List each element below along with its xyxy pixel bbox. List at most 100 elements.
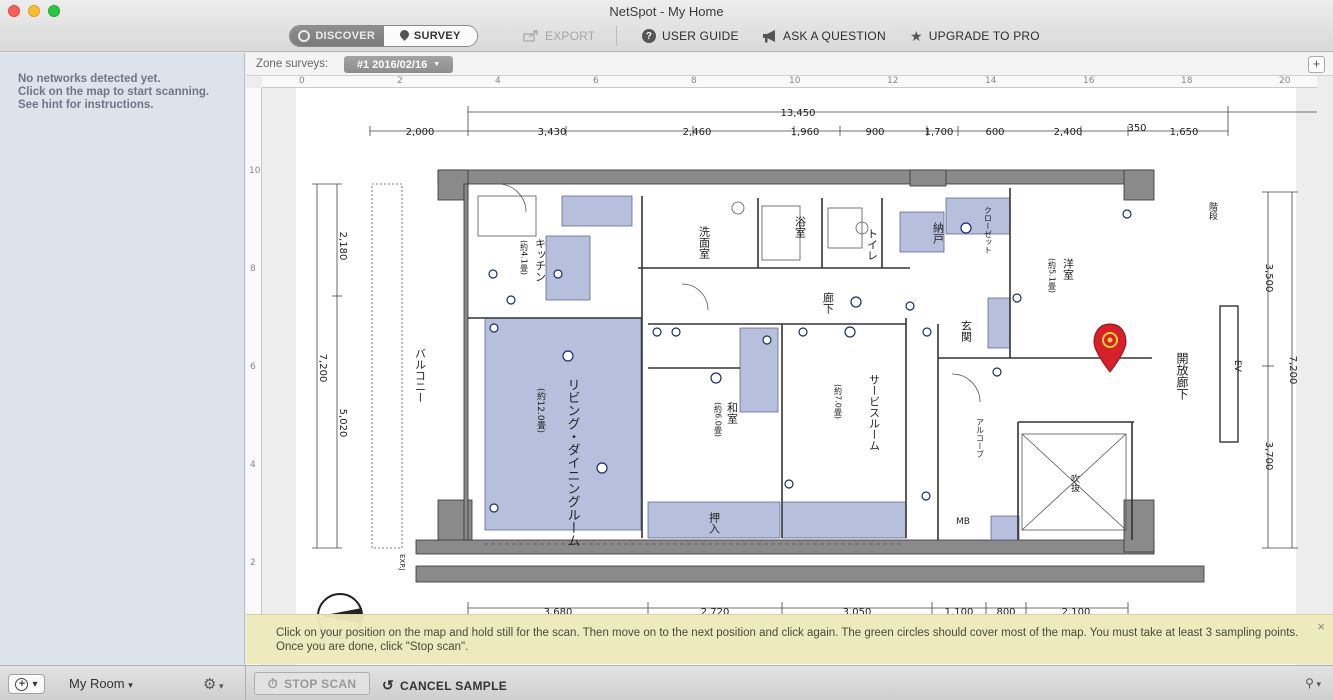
room-label-service: サービスルーム — [868, 374, 881, 451]
room-label-oshiire: 押入 — [708, 511, 721, 534]
survey-label: SURVEY — [413, 30, 461, 42]
ruler-v-tick: 8 — [250, 264, 256, 274]
ruler-h-tick: 12 — [887, 76, 899, 86]
ruler-h-tick: 6 — [593, 76, 599, 86]
dimension-label: 3,700 — [1263, 442, 1274, 471]
label-mb: MB — [956, 517, 970, 527]
horizontal-ruler: 0 2 4 6 8 10 12 14 16 18 20 — [262, 76, 1317, 88]
toolbar-separator — [616, 26, 617, 46]
zone-survey-selected: #1 2016/02/16 — [356, 58, 428, 71]
ruler-h-tick: 20 — [1279, 76, 1291, 86]
ruler-h-tick: 10 — [789, 76, 801, 86]
ruler-v-tick: 4 — [250, 460, 256, 470]
gear-icon: ⚙ — [203, 676, 217, 693]
discover-label: DISCOVER — [315, 30, 376, 42]
chevron-down-icon: ▾ — [216, 681, 224, 691]
empty-message-line-1: No networks detected yet. — [18, 73, 161, 85]
zone-survey-select[interactable]: #1 2016/02/16 ▼ — [344, 56, 453, 73]
cancel-sample-button[interactable]: ↺ CANCEL SAMPLE — [382, 677, 507, 694]
room-label-living: リビング・ダイニングルーム — [565, 378, 581, 547]
dimension-label: 2,180 — [337, 232, 348, 261]
ruler-h-tick: 14 — [985, 76, 997, 86]
ask-question-button[interactable]: ASK A QUESTION — [762, 27, 886, 45]
user-guide-button[interactable]: ? USER GUIDE — [642, 27, 739, 45]
ruler-v-tick: 2 — [250, 558, 256, 568]
room-label-western: 洋室 — [1062, 257, 1075, 280]
scan-hint-banner: Click on your position on the map and ho… — [246, 614, 1333, 664]
label-stairs: 階段 — [1207, 202, 1218, 221]
stop-scan-label: STOP SCAN — [284, 676, 357, 691]
dimension-label: 600 — [985, 127, 1004, 138]
room-label-alcove: アルコーブ — [976, 418, 985, 458]
dimension-label: 5,020 — [337, 409, 348, 438]
survey-button[interactable]: SURVEY — [383, 26, 477, 46]
undo-icon: ↺ — [382, 677, 395, 693]
ruler-v-tick: 6 — [250, 362, 256, 372]
add-zone-menu-button[interactable]: + ▾ — [8, 674, 45, 694]
dropdown-arrow-icon: ▼ — [433, 61, 441, 68]
floor-plan-image[interactable]: 13,450 2,000 3,430 2,460 1,960 900 1,700… — [262, 88, 1317, 665]
dimension-label: 2,400 — [1054, 127, 1083, 138]
ask-question-label: ASK A QUESTION — [783, 29, 886, 43]
room-label-storage: 納戸 — [932, 222, 945, 245]
location-pin-icon: ⚲ — [1305, 676, 1314, 690]
dimension-label: 2,000 — [406, 127, 435, 138]
room-label-kitchen: キッチン — [534, 238, 547, 282]
window-title: NetSpot - My Home — [609, 4, 724, 19]
cancel-sample-label: CANCEL SAMPLE — [400, 678, 508, 693]
networks-sidebar: No networks detected yet. Click on the m… — [0, 53, 245, 665]
dimension-total-label: 13,450 — [781, 108, 816, 119]
user-guide-label: USER GUIDE — [662, 29, 739, 43]
megaphone-icon — [763, 29, 775, 42]
room-label-washroom: 洗面室 — [698, 226, 711, 259]
dimension-label: 900 — [865, 127, 884, 138]
ruler-h-tick: 2 — [397, 76, 403, 86]
vertical-ruler: 10 8 6 4 2 — [246, 88, 262, 665]
room-selector[interactable]: My Room ▾ — [69, 676, 133, 691]
export-label: EXPORT — [545, 29, 596, 43]
discover-icon — [298, 30, 311, 42]
stop-scan-button[interactable]: ⏱ STOP SCAN — [254, 672, 370, 695]
label-ev: EV — [1232, 360, 1242, 373]
room-label-entrance: 玄関 — [960, 319, 973, 342]
upgrade-button[interactable]: ★ UPGRADE TO PRO — [910, 27, 1040, 45]
dimension-label: 350 — [1127, 123, 1146, 134]
plus-icon: + — [15, 677, 29, 691]
empty-networks-message: No networks detected yet. Click on the m… — [0, 53, 244, 132]
ruler-h-tick: 8 — [691, 76, 697, 86]
empty-message-line-2: Click on the map to start scanning. — [18, 86, 210, 98]
dimension-label: 1,650 — [1170, 127, 1199, 138]
dimension-label: 1,960 — [791, 127, 820, 138]
dimension-label: 3,500 — [1263, 264, 1274, 293]
zone-surveys-bar: Zone surveys: #1 2016/02/16 ▼ + — [246, 53, 1333, 76]
settings-menu-button[interactable]: ⚙ ▾ — [203, 675, 223, 693]
chevron-down-icon: ▾ — [1313, 679, 1321, 689]
room-area-western: (約5.1畳) — [1048, 258, 1057, 293]
star-icon: ★ — [910, 27, 923, 44]
label-exp-joint: EXP.J — [398, 554, 406, 571]
room-label-closet: クローゼット — [984, 206, 993, 254]
label-open-corridor: 開放廊下 — [1175, 352, 1189, 400]
add-zone-button[interactable]: + — [1308, 56, 1325, 73]
ruler-h-tick: 0 — [299, 76, 305, 86]
ruler-h-tick: 18 — [1181, 76, 1193, 86]
dimension-label: 1,700 — [925, 127, 954, 138]
empty-message-line-3: See hint for instructions. — [18, 99, 154, 111]
ruler-h-tick: 16 — [1083, 76, 1095, 86]
upgrade-label: UPGRADE TO PRO — [928, 29, 1040, 43]
location-pin-icon — [400, 30, 409, 42]
room-area-service: (約7.0畳) — [834, 384, 843, 419]
map-canvas[interactable]: 0 2 4 6 8 10 12 14 16 18 20 10 8 6 4 2 1… — [246, 76, 1333, 665]
export-button[interactable]: EXPORT — [523, 27, 595, 45]
room-label-balcony: バルコニー — [414, 348, 427, 403]
room-label-hall: 廊下 — [822, 291, 835, 315]
room-label-toilet: トイレ — [866, 228, 879, 261]
chevron-down-icon: ▾ — [128, 680, 133, 690]
close-hint-button[interactable]: × — [1317, 619, 1325, 634]
room-label-bath: 浴室 — [794, 216, 807, 238]
discover-button[interactable]: DISCOVER — [290, 26, 384, 46]
location-menu-button[interactable]: ⚲ ▾ — [1305, 676, 1321, 690]
room-name-label: My Room — [69, 676, 125, 691]
dimension-label: 7,200 — [1287, 356, 1298, 385]
window-titlebar: NetSpot - My Home DISCOVER SURVEY EXPORT… — [0, 0, 1333, 52]
